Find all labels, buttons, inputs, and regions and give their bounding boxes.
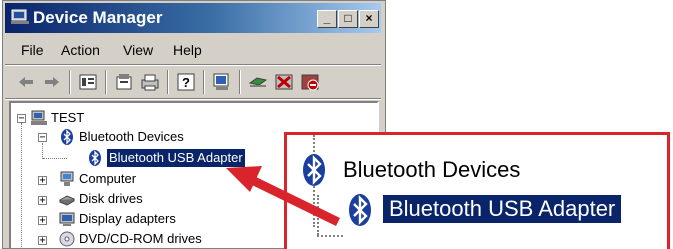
callout-arrow — [226, 166, 340, 227]
arrow-shaft — [250, 175, 340, 227]
